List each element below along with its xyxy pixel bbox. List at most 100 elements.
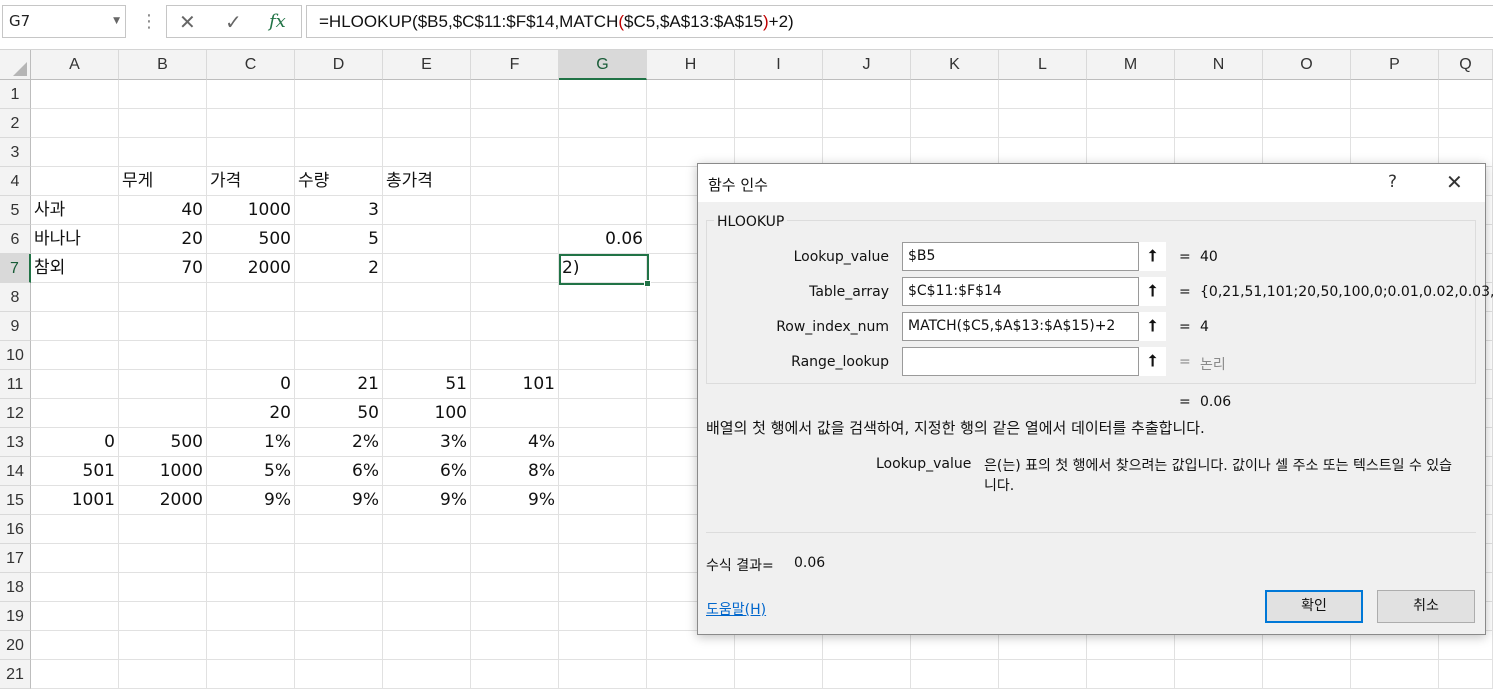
row-header-12[interactable]: 12: [0, 399, 31, 428]
column-header-o[interactable]: O: [1263, 50, 1351, 80]
column-header-p[interactable]: P: [1351, 50, 1439, 80]
cell-h21[interactable]: [647, 660, 735, 689]
cell-b19[interactable]: [119, 602, 207, 631]
cell-a12[interactable]: [31, 399, 119, 428]
cell-b4[interactable]: 무게: [119, 167, 207, 196]
column-header-k[interactable]: K: [911, 50, 999, 80]
cell-d9[interactable]: [295, 312, 383, 341]
cell-a8[interactable]: [31, 283, 119, 312]
cell-p21[interactable]: [1351, 660, 1439, 689]
cell-a1[interactable]: [31, 80, 119, 109]
cell-b10[interactable]: [119, 341, 207, 370]
cell-d20[interactable]: [295, 631, 383, 660]
cell-k1[interactable]: [911, 80, 999, 109]
cell-f10[interactable]: [471, 341, 559, 370]
cell-b8[interactable]: [119, 283, 207, 312]
cell-b9[interactable]: [119, 312, 207, 341]
cell-p20[interactable]: [1351, 631, 1439, 660]
cell-l2[interactable]: [999, 109, 1087, 138]
cell-d2[interactable]: [295, 109, 383, 138]
cell-d8[interactable]: [295, 283, 383, 312]
column-header-q[interactable]: Q: [1439, 50, 1493, 80]
cell-b6[interactable]: 20: [119, 225, 207, 254]
cell-d13[interactable]: 2%: [295, 428, 383, 457]
cell-f17[interactable]: [471, 544, 559, 573]
cell-a19[interactable]: [31, 602, 119, 631]
cell-o20[interactable]: [1263, 631, 1351, 660]
column-header-h[interactable]: H: [647, 50, 735, 80]
row-header-9[interactable]: 9: [0, 312, 31, 341]
column-header-f[interactable]: F: [471, 50, 559, 80]
cell-c10[interactable]: [207, 341, 295, 370]
cell-f15[interactable]: 9%: [471, 486, 559, 515]
help-link[interactable]: 도움말(H): [706, 599, 766, 619]
cell-e8[interactable]: [383, 283, 471, 312]
cell-c1[interactable]: [207, 80, 295, 109]
cell-c7[interactable]: 2000: [207, 254, 295, 283]
column-header-n[interactable]: N: [1175, 50, 1263, 80]
cell-g10[interactable]: [559, 341, 647, 370]
cell-g17[interactable]: [559, 544, 647, 573]
cell-i20[interactable]: [735, 631, 823, 660]
arg-input-row-index-num[interactable]: MATCH($C5,$A$13:$A$15)+2: [902, 312, 1166, 341]
cell-f16[interactable]: [471, 515, 559, 544]
cell-d15[interactable]: 9%: [295, 486, 383, 515]
row-header-21[interactable]: 21: [0, 660, 31, 689]
collapse-dialog-icon[interactable]: ⭡: [1138, 312, 1166, 341]
cell-g13[interactable]: [559, 428, 647, 457]
cancel-icon[interactable]: ✕: [179, 10, 196, 34]
row-header-20[interactable]: 20: [0, 631, 31, 660]
cell-g1[interactable]: [559, 80, 647, 109]
cell-a16[interactable]: [31, 515, 119, 544]
cell-p1[interactable]: [1351, 80, 1439, 109]
cell-q20[interactable]: [1439, 631, 1493, 660]
cell-e3[interactable]: [383, 138, 471, 167]
cell-a7[interactable]: 참외: [31, 254, 119, 283]
close-icon[interactable]: ✕: [1446, 170, 1463, 194]
row-header-4[interactable]: 4: [0, 167, 31, 196]
cell-c6[interactable]: 500: [207, 225, 295, 254]
cell-e12[interactable]: 100: [383, 399, 471, 428]
cell-e14[interactable]: 6%: [383, 457, 471, 486]
ok-button[interactable]: 확인: [1265, 590, 1363, 623]
help-icon[interactable]: ?: [1388, 172, 1397, 192]
cell-c8[interactable]: [207, 283, 295, 312]
cell-a21[interactable]: [31, 660, 119, 689]
chevron-down-icon[interactable]: ▼: [113, 6, 120, 37]
cell-a11[interactable]: [31, 370, 119, 399]
cell-d4[interactable]: 수량: [295, 167, 383, 196]
column-header-i[interactable]: I: [735, 50, 823, 80]
cell-c18[interactable]: [207, 573, 295, 602]
cell-a15[interactable]: 1001: [31, 486, 119, 515]
cell-f11[interactable]: 101: [471, 370, 559, 399]
row-header-6[interactable]: 6: [0, 225, 31, 254]
row-header-19[interactable]: 19: [0, 602, 31, 631]
cell-a9[interactable]: [31, 312, 119, 341]
cell-b5[interactable]: 40: [119, 196, 207, 225]
cell-q21[interactable]: [1439, 660, 1493, 689]
cell-d10[interactable]: [295, 341, 383, 370]
cell-c21[interactable]: [207, 660, 295, 689]
cell-e6[interactable]: [383, 225, 471, 254]
cell-c19[interactable]: [207, 602, 295, 631]
cell-c4[interactable]: 가격: [207, 167, 295, 196]
cell-b17[interactable]: [119, 544, 207, 573]
cell-j20[interactable]: [823, 631, 911, 660]
cell-f18[interactable]: [471, 573, 559, 602]
cell-c3[interactable]: [207, 138, 295, 167]
row-header-10[interactable]: 10: [0, 341, 31, 370]
name-box[interactable]: G7 ▼: [2, 5, 126, 38]
cell-f14[interactable]: 8%: [471, 457, 559, 486]
insert-function-icon[interactable]: fx: [269, 11, 286, 32]
cell-o2[interactable]: [1263, 109, 1351, 138]
cell-g18[interactable]: [559, 573, 647, 602]
cell-e21[interactable]: [383, 660, 471, 689]
row-header-2[interactable]: 2: [0, 109, 31, 138]
cell-m20[interactable]: [1087, 631, 1175, 660]
cell-e20[interactable]: [383, 631, 471, 660]
cell-d5[interactable]: 3: [295, 196, 383, 225]
cell-j21[interactable]: [823, 660, 911, 689]
cell-b14[interactable]: 1000: [119, 457, 207, 486]
cell-f4[interactable]: [471, 167, 559, 196]
cell-h20[interactable]: [647, 631, 735, 660]
